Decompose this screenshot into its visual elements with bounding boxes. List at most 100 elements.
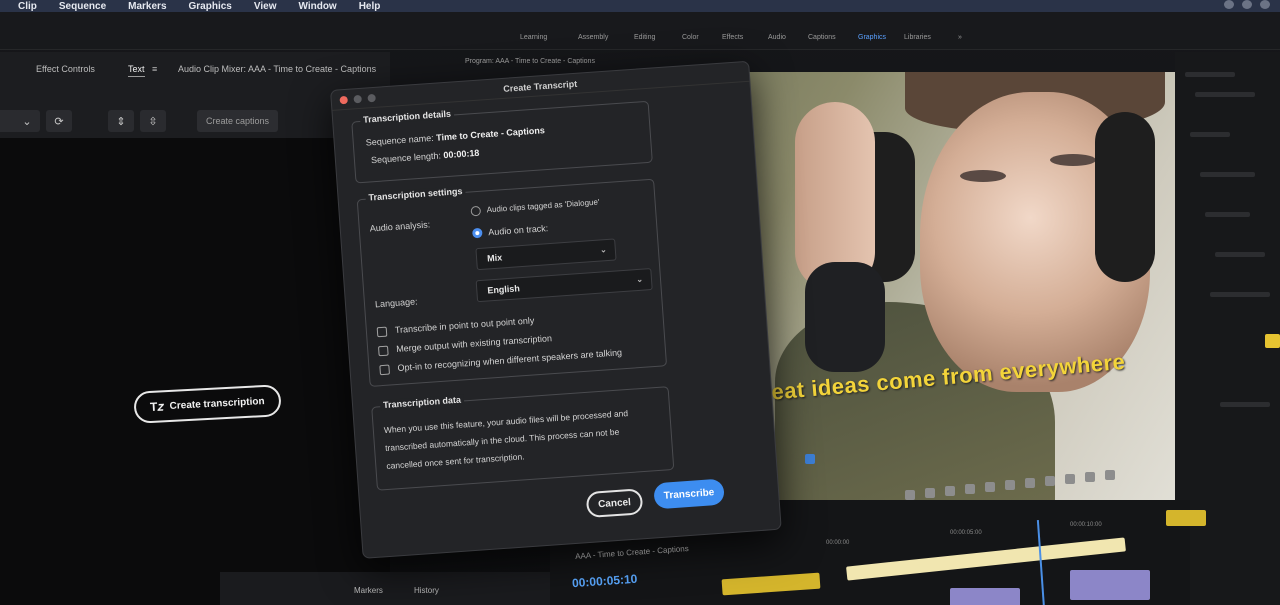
- sequence-name-label: Sequence name:: [365, 132, 435, 148]
- radio-dialogue-clips[interactable]: [470, 205, 482, 217]
- video-subject-eye: [1050, 154, 1096, 166]
- timecode-display[interactable]: 00:00:05:10: [572, 572, 638, 591]
- tab-audio-clip-mixer[interactable]: Audio Clip Mixer: AAA - Time to Create -…: [178, 64, 376, 74]
- transcription-settings-group: Transcription settings Audio analysis: A…: [356, 178, 668, 387]
- panel-tabs: Effect Controls Text ≡ Audio Clip Mixer:…: [0, 60, 460, 80]
- button-editor-icon[interactable]: [1045, 476, 1055, 486]
- caption-clip[interactable]: [1166, 510, 1206, 526]
- ruler-label: 00:00:10:00: [1070, 522, 1102, 528]
- chevron-down-icon[interactable]: ⌄: [14, 110, 40, 132]
- checkbox-merge[interactable]: [377, 345, 389, 357]
- sequence-tab[interactable]: AAA - Time to Create - Captions: [575, 544, 689, 561]
- menu-bar: Clip Sequence Markers Graphics View Wind…: [0, 0, 1280, 12]
- menu-bar-status-icons: [1224, 0, 1270, 9]
- comparison-view-icon[interactable]: [1025, 478, 1035, 488]
- program-monitor-title[interactable]: Program: AAA - Time to Create - Captions: [465, 58, 595, 65]
- panel-control[interactable]: [1210, 292, 1270, 297]
- text-panel: Effect Controls Text ≡ Audio Clip Mixer:…: [0, 52, 390, 605]
- timeline-playhead[interactable]: [1036, 520, 1046, 605]
- menu-markers[interactable]: Markers: [128, 1, 166, 12]
- vr-view-icon[interactable]: [1085, 472, 1095, 482]
- overwrite-icon[interactable]: [985, 482, 995, 492]
- sequence-length-label: Sequence length:: [370, 150, 442, 166]
- workspace-captions[interactable]: Captions: [808, 34, 836, 41]
- workspace-more-icon[interactable]: »: [958, 34, 962, 41]
- workspace-assembly[interactable]: Assembly: [578, 34, 608, 41]
- caption-clip[interactable]: [721, 572, 821, 596]
- menu-clip[interactable]: Clip: [18, 1, 37, 12]
- sequence-length-row: Sequence length: 00:00:18: [371, 148, 480, 166]
- insert-icon[interactable]: [965, 484, 975, 494]
- track-select[interactable]: Mix ⌄: [475, 238, 617, 271]
- panel-control[interactable]: [1215, 252, 1265, 257]
- create-captions-button[interactable]: Create captions: [197, 110, 279, 132]
- cancel-button[interactable]: Cancel: [585, 488, 644, 519]
- panel-control[interactable]: [1185, 72, 1235, 77]
- video-clip[interactable]: [1070, 570, 1150, 600]
- label-color-chip[interactable]: [1265, 334, 1280, 348]
- transcribe-button[interactable]: Transcribe: [653, 478, 725, 510]
- collapse-vertical-icon[interactable]: ⇳: [140, 110, 166, 132]
- sequence-name-row: Sequence name: Time to Create - Captions: [365, 125, 545, 147]
- workspace-graphics[interactable]: Graphics: [858, 34, 886, 41]
- sequence-length-value: 00:00:18: [443, 147, 480, 161]
- menu-sequence[interactable]: Sequence: [59, 1, 106, 12]
- transcription-details-group: Transcription details Sequence name: Tim…: [351, 100, 653, 184]
- settings-icon[interactable]: [1065, 474, 1075, 484]
- panel-control[interactable]: [1200, 172, 1255, 177]
- tab-markers[interactable]: Markers: [354, 586, 383, 595]
- play-icon[interactable]: [925, 488, 935, 498]
- video-subject-eye: [960, 170, 1006, 182]
- transcription-data-group: Transcription data When you use this fea…: [371, 386, 675, 491]
- panel-control[interactable]: [1205, 212, 1250, 217]
- checkbox-speakers[interactable]: [379, 364, 390, 376]
- transport-controls: [755, 448, 1175, 514]
- menu-view[interactable]: View: [254, 1, 277, 12]
- tab-text[interactable]: Text: [128, 64, 145, 77]
- video-headset: [1095, 112, 1155, 282]
- language-select[interactable]: English ⌄: [475, 268, 653, 303]
- expand-vertical-icon[interactable]: ⇕: [108, 110, 134, 132]
- status-icon[interactable]: [1260, 0, 1270, 9]
- settings-heading: Transcription settings: [365, 185, 466, 203]
- workspace-audio[interactable]: Audio: [768, 34, 786, 41]
- panel-control[interactable]: [1220, 402, 1270, 407]
- add-button-icon[interactable]: [1105, 470, 1115, 480]
- check-in-out-label: Transcribe in point to out point only: [394, 315, 535, 336]
- premiere-workspace: Clip Sequence Markers Graphics View Wind…: [0, 0, 1280, 605]
- ruler-label: 00:00:05:00: [950, 530, 982, 536]
- status-icon[interactable]: [1242, 0, 1252, 9]
- menu-graphics[interactable]: Graphics: [189, 1, 232, 12]
- menu-help[interactable]: Help: [359, 1, 381, 12]
- option-dialogue-label: Audio clips tagged as 'Dialogue': [486, 197, 600, 215]
- status-icon[interactable]: [1224, 0, 1234, 9]
- tab-effect-controls[interactable]: Effect Controls: [36, 64, 95, 74]
- workspace-editing[interactable]: Editing: [634, 34, 655, 41]
- refresh-icon[interactable]: ⟳: [46, 110, 72, 132]
- checkbox-in-out[interactable]: [376, 326, 388, 338]
- create-transcription-label: Create transcription: [169, 395, 265, 412]
- audio-analysis-label: Audio analysis:: [369, 219, 431, 234]
- workspace-learning[interactable]: Learning: [520, 34, 547, 41]
- hamburger-icon[interactable]: ≡: [152, 64, 157, 74]
- check-merge-label: Merge output with existing transcription: [395, 333, 553, 354]
- playhead-marker-icon[interactable]: [805, 454, 815, 464]
- tab-history[interactable]: History: [414, 586, 439, 595]
- create-transcript-dialog: Create Transcript Transcription details …: [330, 60, 782, 559]
- language-label: Language:: [374, 296, 418, 310]
- radio-audio-on-track[interactable]: [472, 227, 483, 239]
- export-frame-icon[interactable]: [1005, 480, 1015, 490]
- ruler-label: 00:00:00: [826, 540, 850, 546]
- panel-control[interactable]: [1195, 92, 1255, 97]
- workspace-libraries[interactable]: Libraries: [904, 34, 931, 41]
- step-back-icon[interactable]: [905, 490, 915, 500]
- step-forward-icon[interactable]: [945, 486, 955, 496]
- details-heading: Transcription details: [359, 108, 455, 125]
- menu-window[interactable]: Window: [298, 1, 336, 12]
- workspace-color[interactable]: Color: [682, 34, 699, 41]
- video-clip[interactable]: [950, 588, 1020, 605]
- workspace-effects[interactable]: Effects: [722, 34, 743, 41]
- data-line-3: cancelled once sent for transcription.: [386, 451, 525, 471]
- track-select-value: Mix: [486, 252, 503, 264]
- panel-control[interactable]: [1190, 132, 1230, 137]
